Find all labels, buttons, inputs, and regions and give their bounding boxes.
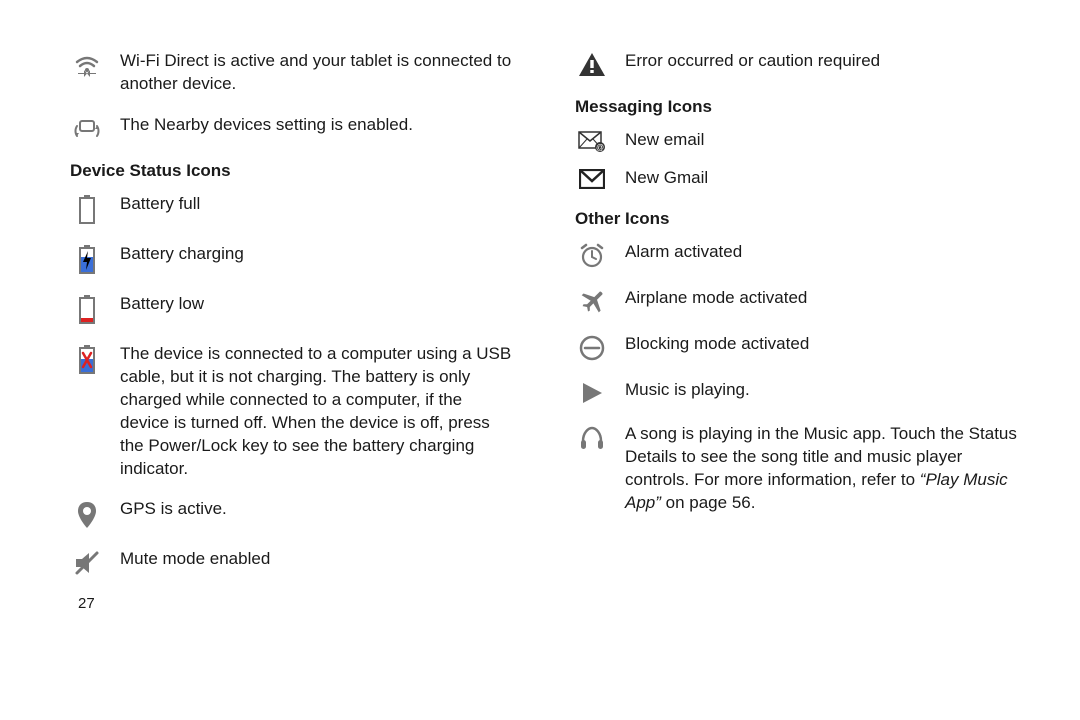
icon-row: Blocking mode activated (575, 333, 1020, 361)
icon-row-text: GPS is active. (120, 498, 515, 521)
headphones-icon (575, 423, 609, 451)
nearby-devices-icon (70, 114, 104, 142)
new-gmail-icon (575, 167, 609, 189)
music-app-text-tail: on page 56. (661, 493, 756, 512)
icon-row-text: New email (625, 129, 1020, 152)
other-heading: Other Icons (575, 208, 1020, 231)
battery-full-icon (70, 193, 104, 225)
icon-row-text: Music is playing. (625, 379, 1020, 402)
icon-row: Music is playing. (575, 379, 1020, 405)
icon-row: GPS is active. (70, 498, 515, 530)
icon-row-text: Battery full (120, 193, 515, 216)
icon-row: Wi-Fi Direct is active and your tablet i… (70, 50, 515, 96)
battery-charging-icon (70, 243, 104, 275)
new-email-icon: @ (575, 129, 609, 153)
icon-row: Battery low (70, 293, 515, 325)
right-column: Error occurred or caution required Messa… (575, 50, 1020, 615)
gps-pin-icon (70, 498, 104, 530)
icon-row-text: The Nearby devices setting is enabled. (120, 114, 515, 137)
icon-row: Mute mode enabled (70, 548, 515, 576)
battery-usb-not-charging-icon (70, 343, 104, 375)
icon-row: Battery full (70, 193, 515, 225)
icon-row-text: Wi-Fi Direct is active and your tablet i… (120, 50, 515, 96)
icon-row: Error occurred or caution required (575, 50, 1020, 78)
icon-row: The device is connected to a computer us… (70, 343, 515, 481)
icon-row: Airplane mode activated (575, 287, 1020, 315)
device-status-heading: Device Status Icons (70, 160, 515, 183)
left-column: Wi-Fi Direct is active and your tablet i… (70, 50, 515, 615)
icon-row-text: Battery low (120, 293, 515, 316)
icon-row-text: Error occurred or caution required (625, 50, 1020, 73)
alarm-clock-icon (575, 241, 609, 269)
icon-row-text: The device is connected to a computer us… (120, 343, 515, 481)
mute-mode-icon (70, 548, 104, 576)
icon-row-text: Airplane mode activated (625, 287, 1020, 310)
icon-row: A song is playing in the Music app. Touc… (575, 423, 1020, 515)
icon-row: Alarm activated (575, 241, 1020, 269)
icon-row-text: Battery charging (120, 243, 515, 266)
icon-row-text: Alarm activated (625, 241, 1020, 264)
caution-triangle-icon (575, 50, 609, 78)
wifi-direct-icon (70, 50, 104, 80)
icon-row-text: Mute mode enabled (120, 548, 515, 571)
airplane-icon (575, 287, 609, 315)
icon-row-text: New Gmail (625, 167, 1020, 190)
manual-page: Wi-Fi Direct is active and your tablet i… (0, 0, 1080, 635)
icon-row: The Nearby devices setting is enabled. (70, 114, 515, 142)
battery-low-icon (70, 293, 104, 325)
play-triangle-icon (575, 379, 609, 405)
icon-row-text: A song is playing in the Music app. Touc… (625, 423, 1020, 515)
icon-row: @ New email (575, 129, 1020, 153)
icon-row-text: Blocking mode activated (625, 333, 1020, 356)
messaging-heading: Messaging Icons (575, 96, 1020, 119)
icon-row: New Gmail (575, 167, 1020, 190)
svg-text:@: @ (596, 143, 604, 152)
page-number: 27 (78, 594, 515, 614)
blocking-mode-icon (575, 333, 609, 361)
icon-row: Battery charging (70, 243, 515, 275)
